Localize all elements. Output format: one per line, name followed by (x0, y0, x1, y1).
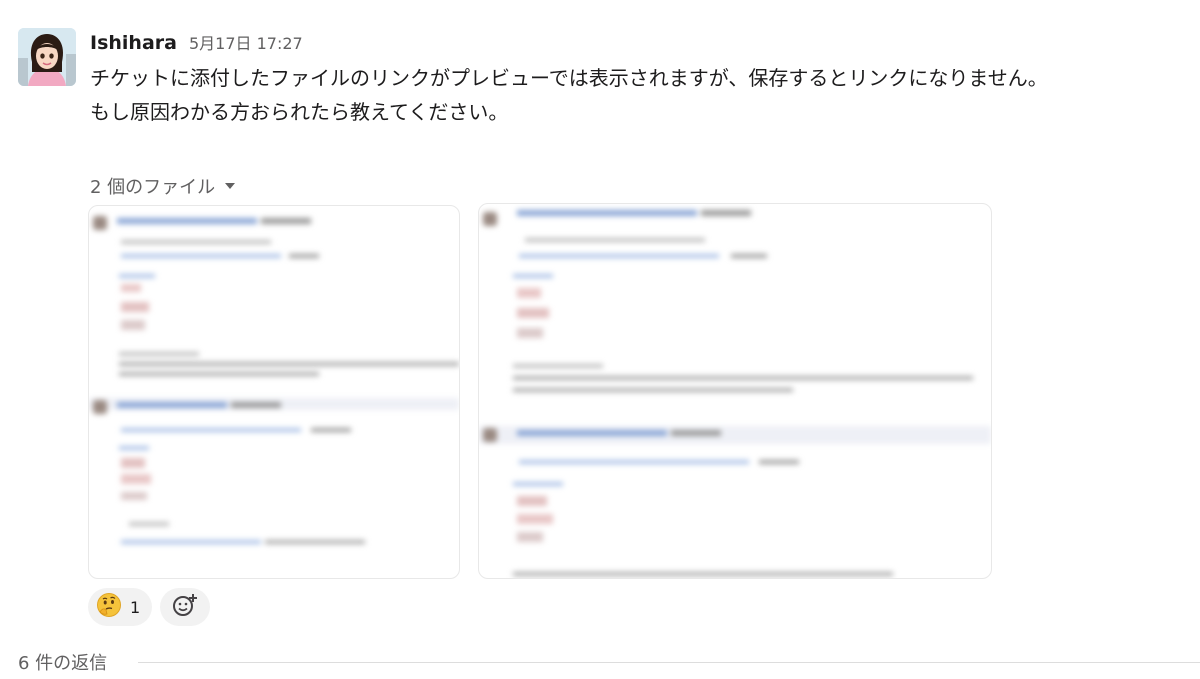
add-reaction-icon (171, 592, 199, 622)
username[interactable]: Ishihara (90, 32, 177, 54)
thread-replies-link[interactable]: 6 件の返信 (18, 649, 107, 675)
message-text-line: もし原因わかる方おられたら教えてください。 (90, 100, 509, 124)
reaction-thinking[interactable]: 1 (88, 588, 153, 626)
timestamp[interactable]: 5月17日 17:27 (189, 30, 303, 54)
avatar[interactable] (18, 28, 76, 86)
caret-down-icon (225, 183, 236, 189)
files-label: 2 個のファイル (90, 177, 216, 198)
file-preview[interactable] (478, 203, 992, 579)
message-header: Ishihara 5月17日 17:27 (90, 30, 303, 54)
divider (138, 662, 1200, 663)
reaction-count: 1 (130, 597, 141, 617)
files-toggle[interactable]: 2 個のファイル (90, 173, 236, 199)
add-reaction-button[interactable] (160, 588, 211, 626)
file-preview[interactable] (88, 205, 460, 579)
replies-label: 6 件の返信 (18, 653, 108, 674)
message-text-line: チケットに添付したファイルのリンクがプレビューでは表示されますが、保存するとリン… (90, 66, 1048, 90)
thinking-face-icon (96, 592, 122, 622)
reactions-bar: 1 (88, 588, 211, 626)
